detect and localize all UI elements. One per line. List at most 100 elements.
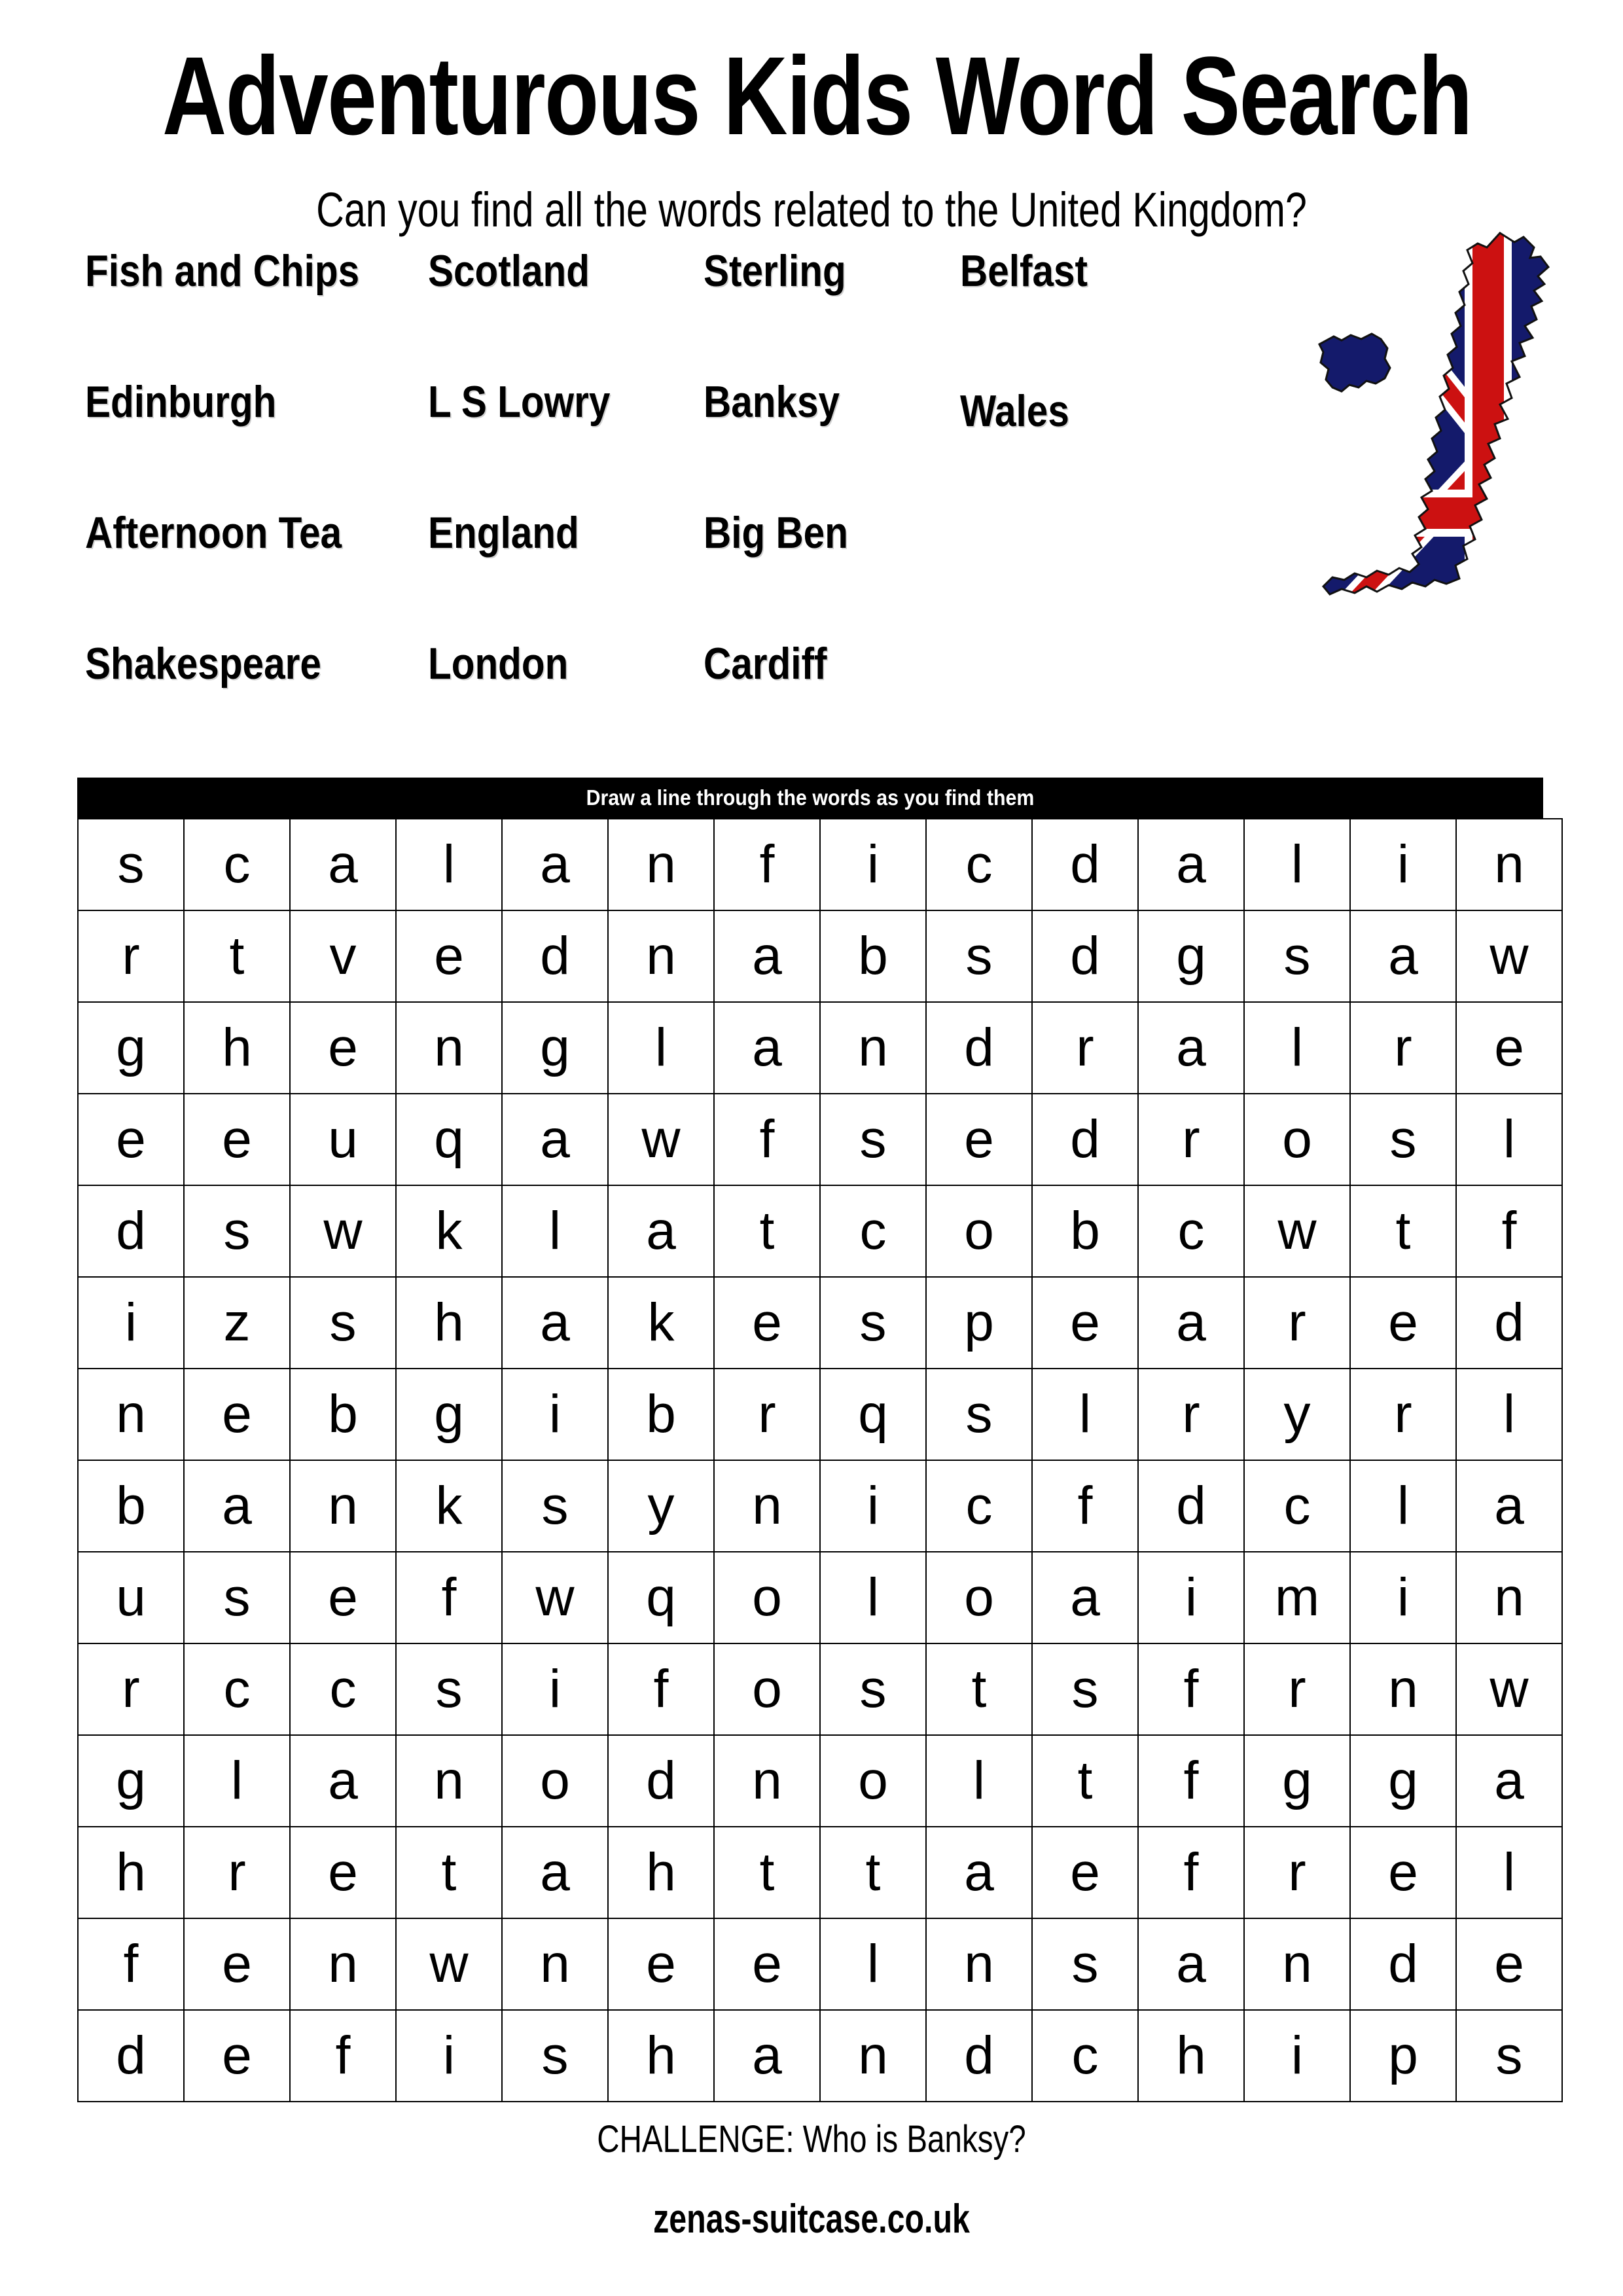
letter-cell[interactable]: n (607, 910, 715, 1003)
letter-cell[interactable]: e (925, 1093, 1033, 1186)
letter-cell[interactable]: l (1455, 1826, 1563, 1919)
letter-cell[interactable]: e (183, 1918, 291, 2011)
letter-cell[interactable]: a (501, 1093, 609, 1186)
letter-cell[interactable]: a (1031, 1551, 1139, 1644)
letter-cell[interactable]: s (183, 1551, 291, 1644)
letter-cell[interactable]: n (819, 2009, 927, 2102)
letter-cell[interactable]: c (289, 1643, 397, 1736)
letter-cell[interactable]: o (819, 1734, 927, 1827)
letter-cell[interactable]: e (1031, 1826, 1139, 1919)
letter-cell[interactable]: n (607, 818, 715, 911)
letter-cell[interactable]: b (1031, 1185, 1139, 1278)
letter-cell[interactable]: d (1349, 1918, 1457, 2011)
letter-cell[interactable]: o (925, 1551, 1033, 1644)
letter-cell[interactable]: n (925, 1918, 1033, 2011)
letter-cell[interactable]: w (1455, 1643, 1563, 1736)
letter-cell[interactable]: i (1137, 1551, 1245, 1644)
letter-cell[interactable]: h (183, 1001, 291, 1094)
letter-cell[interactable]: c (1031, 2009, 1139, 2102)
letter-cell[interactable]: l (1243, 1001, 1351, 1094)
letter-cell[interactable]: g (77, 1001, 185, 1094)
letter-cell[interactable]: h (607, 1826, 715, 1919)
letter-cell[interactable]: i (819, 1460, 927, 1552)
letter-cell[interactable]: f (713, 818, 821, 911)
letter-cell[interactable]: h (1137, 2009, 1245, 2102)
letter-cell[interactable]: q (819, 1368, 927, 1461)
letter-cell[interactable]: n (289, 1460, 397, 1552)
letter-cell[interactable]: s (501, 2009, 609, 2102)
letter-cell[interactable]: e (1349, 1276, 1457, 1369)
letter-cell[interactable]: n (713, 1734, 821, 1827)
letter-cell[interactable]: r (1349, 1368, 1457, 1461)
letter-cell[interactable]: e (607, 1918, 715, 2011)
letter-cell[interactable]: b (819, 910, 927, 1003)
letter-cell[interactable]: r (1243, 1276, 1351, 1369)
letter-cell[interactable]: t (925, 1643, 1033, 1736)
letter-cell[interactable]: a (713, 910, 821, 1003)
letter-cell[interactable]: c (1137, 1185, 1245, 1278)
letter-cell[interactable]: o (1243, 1093, 1351, 1186)
letter-cell[interactable]: n (77, 1368, 185, 1461)
letter-cell[interactable]: s (289, 1276, 397, 1369)
letter-cell[interactable]: g (1137, 910, 1245, 1003)
letter-cell[interactable]: e (713, 1918, 821, 2011)
letter-cell[interactable]: i (1243, 2009, 1351, 2102)
letter-cell[interactable]: d (1031, 910, 1139, 1003)
letter-cell[interactable]: e (183, 2009, 291, 2102)
letter-cell[interactable]: e (1349, 1826, 1457, 1919)
letter-cell[interactable]: a (501, 818, 609, 911)
letter-cell[interactable]: t (395, 1826, 503, 1919)
letter-cell[interactable]: q (395, 1093, 503, 1186)
letter-cell[interactable]: n (395, 1734, 503, 1827)
letter-cell[interactable]: e (1031, 1276, 1139, 1369)
letter-cell[interactable]: s (183, 1185, 291, 1278)
letter-cell[interactable]: o (713, 1643, 821, 1736)
letter-cell[interactable]: a (1137, 1276, 1245, 1369)
letter-cell[interactable]: f (713, 1093, 821, 1186)
letter-cell[interactable]: o (713, 1551, 821, 1644)
letter-cell[interactable]: a (607, 1185, 715, 1278)
letter-cell[interactable]: n (819, 1001, 927, 1094)
letter-grid[interactable]: scalanficdalinrtvednabsdgsawghenglandral… (77, 818, 1563, 2102)
letter-cell[interactable]: l (819, 1551, 927, 1644)
letter-cell[interactable]: w (1455, 910, 1563, 1003)
letter-cell[interactable]: i (1349, 818, 1457, 911)
letter-cell[interactable]: c (925, 818, 1033, 911)
letter-cell[interactable]: s (925, 910, 1033, 1003)
letter-cell[interactable]: k (395, 1460, 503, 1552)
letter-cell[interactable]: s (395, 1643, 503, 1736)
letter-cell[interactable]: a (1137, 1001, 1245, 1094)
letter-cell[interactable]: t (1349, 1185, 1457, 1278)
letter-cell[interactable]: f (289, 2009, 397, 2102)
letter-cell[interactable]: w (607, 1093, 715, 1186)
letter-cell[interactable]: l (501, 1185, 609, 1278)
letter-cell[interactable]: r (1243, 1826, 1351, 1919)
letter-cell[interactable]: y (1243, 1368, 1351, 1461)
letter-cell[interactable]: l (1455, 1093, 1563, 1186)
letter-cell[interactable]: f (395, 1551, 503, 1644)
letter-cell[interactable]: v (289, 910, 397, 1003)
letter-cell[interactable]: n (1455, 818, 1563, 911)
letter-cell[interactable]: t (819, 1826, 927, 1919)
letter-cell[interactable]: n (289, 1918, 397, 2011)
letter-cell[interactable]: h (77, 1826, 185, 1919)
letter-cell[interactable]: l (1349, 1460, 1457, 1552)
letter-cell[interactable]: d (501, 910, 609, 1003)
letter-cell[interactable]: a (289, 818, 397, 911)
letter-cell[interactable]: r (1137, 1093, 1245, 1186)
letter-cell[interactable]: e (395, 910, 503, 1003)
letter-cell[interactable]: a (1137, 818, 1245, 911)
letter-cell[interactable]: r (713, 1368, 821, 1461)
letter-cell[interactable]: d (607, 1734, 715, 1827)
letter-cell[interactable]: c (183, 1643, 291, 1736)
letter-cell[interactable]: d (1455, 1276, 1563, 1369)
letter-cell[interactable]: c (1243, 1460, 1351, 1552)
letter-cell[interactable]: s (1349, 1093, 1457, 1186)
letter-cell[interactable]: r (183, 1826, 291, 1919)
letter-cell[interactable]: r (77, 1643, 185, 1736)
letter-cell[interactable]: d (925, 2009, 1033, 2102)
letter-cell[interactable]: l (183, 1734, 291, 1827)
letter-cell[interactable]: f (1137, 1734, 1245, 1827)
letter-cell[interactable]: a (1349, 910, 1457, 1003)
letter-cell[interactable]: s (819, 1093, 927, 1186)
